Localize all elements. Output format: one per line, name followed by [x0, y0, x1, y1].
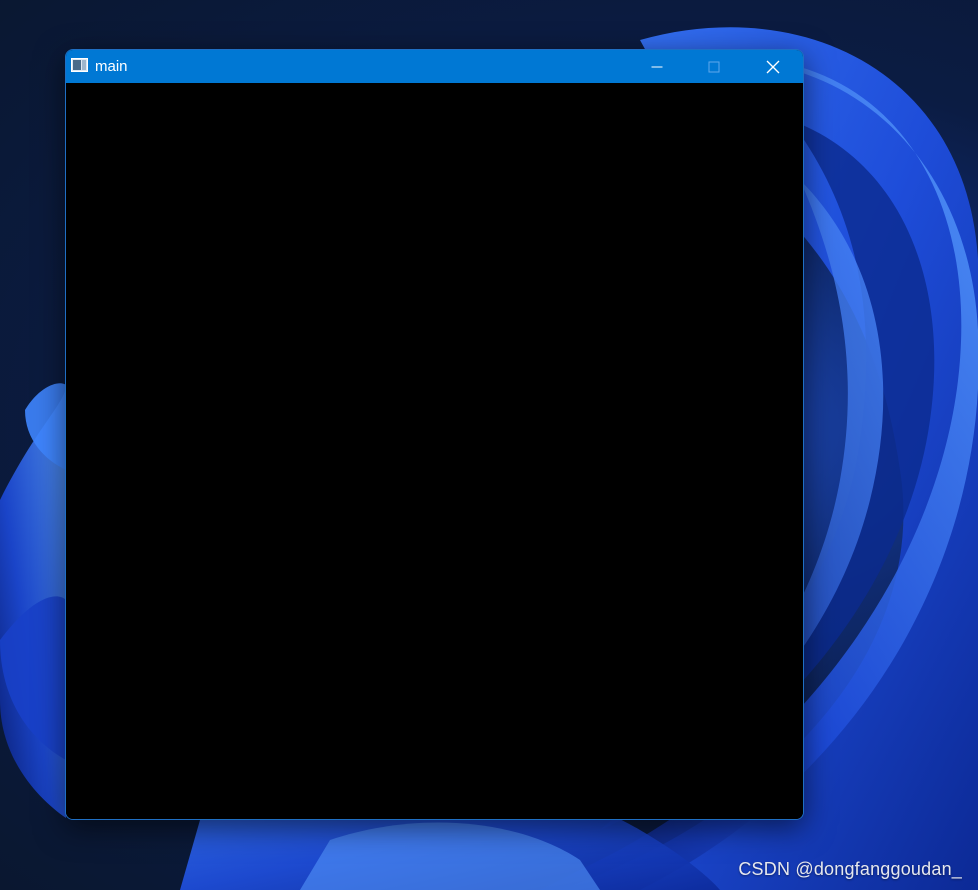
- window-title: main: [95, 58, 128, 75]
- desktop: main CSDN @dongfanggoudan_: [0, 0, 978, 890]
- maximize-button[interactable]: [685, 50, 742, 83]
- close-icon: [766, 60, 780, 73]
- close-button[interactable]: [743, 50, 803, 83]
- window-client-area[interactable]: [66, 83, 803, 819]
- minimize-icon: [651, 66, 662, 67]
- watermark-text: CSDN @dongfanggoudan_: [738, 859, 962, 879]
- app-window: main: [65, 49, 804, 820]
- minimize-button[interactable]: [628, 50, 685, 83]
- maximize-icon: [708, 61, 719, 72]
- window-app-icon: [71, 58, 88, 72]
- title-bar[interactable]: main: [66, 50, 803, 83]
